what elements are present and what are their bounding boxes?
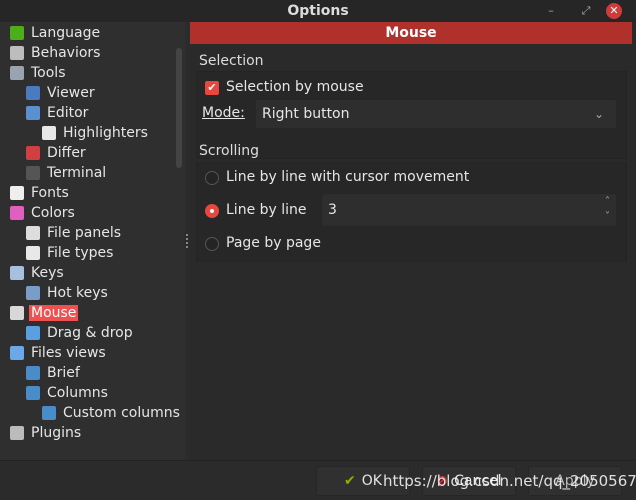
tree-item-columns[interactable]: Columns [26, 383, 110, 403]
maximize-button[interactable]: ⤢ [578, 3, 594, 19]
tree-item-files-views[interactable]: Files views [10, 343, 108, 363]
tree-item-drag-drop[interactable]: Drag & drop [26, 323, 135, 343]
tree-item-differ[interactable]: Differ [26, 143, 88, 163]
chevron-down-icon: ⌄ [593, 107, 604, 121]
pencil-icon [26, 106, 40, 120]
tree-item-label: Colors [31, 205, 75, 221]
tree-item-label: Language [31, 25, 101, 41]
radio-page-by-page[interactable] [205, 237, 219, 251]
mode-value: Right button [262, 106, 350, 122]
tree-item-brief[interactable]: Brief [26, 363, 82, 383]
options-tree: Language Behaviors Tools Viewer Editor Highli… [0, 22, 185, 460]
selection-by-mouse-checkbox[interactable]: ✔ [205, 81, 219, 95]
tree-item-label: Tools [31, 65, 66, 81]
tree-item-label: File panels [47, 225, 122, 241]
radio-line-with-cursor[interactable] [205, 171, 219, 185]
color-wheel-icon [10, 206, 24, 220]
spin-up-icon[interactable]: ˄ [605, 196, 610, 207]
brief-icon [26, 366, 40, 380]
tree-item-behaviors[interactable]: Behaviors [10, 43, 102, 63]
window-title: Options [287, 3, 349, 19]
minimize-button[interactable]: – [543, 3, 559, 19]
tree-item-label: Highlighters [63, 125, 148, 141]
mode-label: Mode: [202, 105, 245, 121]
tree-item-colors[interactable]: Colors [10, 203, 77, 223]
differ-icon [26, 146, 40, 160]
file-types-icon [26, 246, 40, 260]
radio-line-by-line[interactable] [205, 204, 219, 218]
splitter-handle[interactable] [186, 234, 189, 248]
hotkeys-icon [26, 286, 40, 300]
tools-icon [10, 66, 24, 80]
page-header: Mouse [190, 22, 632, 44]
tree-item-label: Columns [47, 385, 108, 401]
tree-item-terminal[interactable]: Terminal [26, 163, 108, 183]
tree-item-fonts[interactable]: Fonts [10, 183, 71, 203]
language-icon [10, 26, 24, 40]
tree-item-label: File types [47, 245, 114, 261]
watermark: https://blog.csdn.net/qq_20505673 [383, 472, 636, 490]
radio-page-by-page-label: Page by page [226, 235, 321, 251]
options-page: Mouse Selection ✔ Selection by mouse Mod… [190, 22, 636, 460]
tree-item-label: Behaviors [31, 45, 101, 61]
tree-item-label: Files views [31, 345, 106, 361]
tree-item-label: Differ [47, 145, 86, 161]
tree-item-label: Brief [47, 365, 80, 381]
tree-item-label: Custom columns [63, 405, 180, 421]
radio-line-with-cursor-label: Line by line with cursor movement [226, 169, 470, 185]
tree-item-file-panels[interactable]: File panels [26, 223, 123, 243]
tree-item-label: Terminal [47, 165, 107, 181]
tree-item-hot-keys[interactable]: Hot keys [26, 283, 110, 303]
lines-value: 3 [328, 202, 337, 218]
file-panels-icon [26, 226, 40, 240]
radio-line-by-line-label: Line by line [226, 202, 307, 218]
tree-item-label: Drag & drop [47, 325, 133, 341]
highlighter-icon [42, 126, 56, 140]
selection-group-title: Selection [199, 53, 264, 69]
scrolling-group-title: Scrolling [199, 143, 260, 159]
plugins-icon [10, 426, 24, 440]
font-icon [10, 186, 24, 200]
lock-icon [10, 46, 24, 60]
spin-down-icon[interactable]: ˅ [605, 211, 610, 222]
custom-columns-icon [42, 406, 56, 420]
files-views-icon [10, 346, 24, 360]
drag-drop-icon [26, 326, 40, 340]
tree-item-label: Mouse [29, 305, 79, 321]
tree-item-tools[interactable]: Tools [10, 63, 68, 83]
columns-icon [26, 386, 40, 400]
tree-item-label: Fonts [31, 185, 69, 201]
tree-item-file-types[interactable]: File types [26, 243, 115, 263]
selection-by-mouse-label: Selection by mouse [226, 79, 364, 95]
terminal-icon [26, 166, 40, 180]
title-bar: Options [0, 0, 636, 22]
tree-item-keys[interactable]: Keys [10, 263, 66, 283]
tree-item-viewer[interactable]: Viewer [26, 83, 97, 103]
tree-item-plugins[interactable]: Plugins [10, 423, 83, 443]
tree-item-label: Hot keys [47, 285, 108, 301]
tree-item-highlighters[interactable]: Highlighters [42, 123, 150, 143]
tree-item-label: Editor [47, 105, 89, 121]
tree-item-label: Viewer [47, 85, 95, 101]
mode-dropdown[interactable]: Right button ⌄ [255, 99, 617, 129]
tree-item-custom-columns[interactable]: Custom columns [42, 403, 182, 423]
tree-item-editor[interactable]: Editor [26, 103, 90, 123]
checkmark-icon: ✔ [344, 473, 356, 489]
lines-spinbox[interactable]: 3 ˄ ˅ [321, 193, 617, 227]
close-button[interactable]: ✕ [606, 3, 622, 19]
keyboard-icon [10, 266, 24, 280]
mouse-icon [10, 306, 24, 320]
tree-vertical-scrollbar[interactable] [176, 48, 182, 168]
book-icon [26, 86, 40, 100]
tree-item-language[interactable]: Language [10, 23, 102, 43]
ok-label: OK [361, 473, 382, 489]
tree-item-label: Plugins [31, 425, 82, 441]
tree-item-mouse[interactable]: Mouse [10, 303, 79, 323]
tree-item-label: Keys [31, 265, 64, 281]
